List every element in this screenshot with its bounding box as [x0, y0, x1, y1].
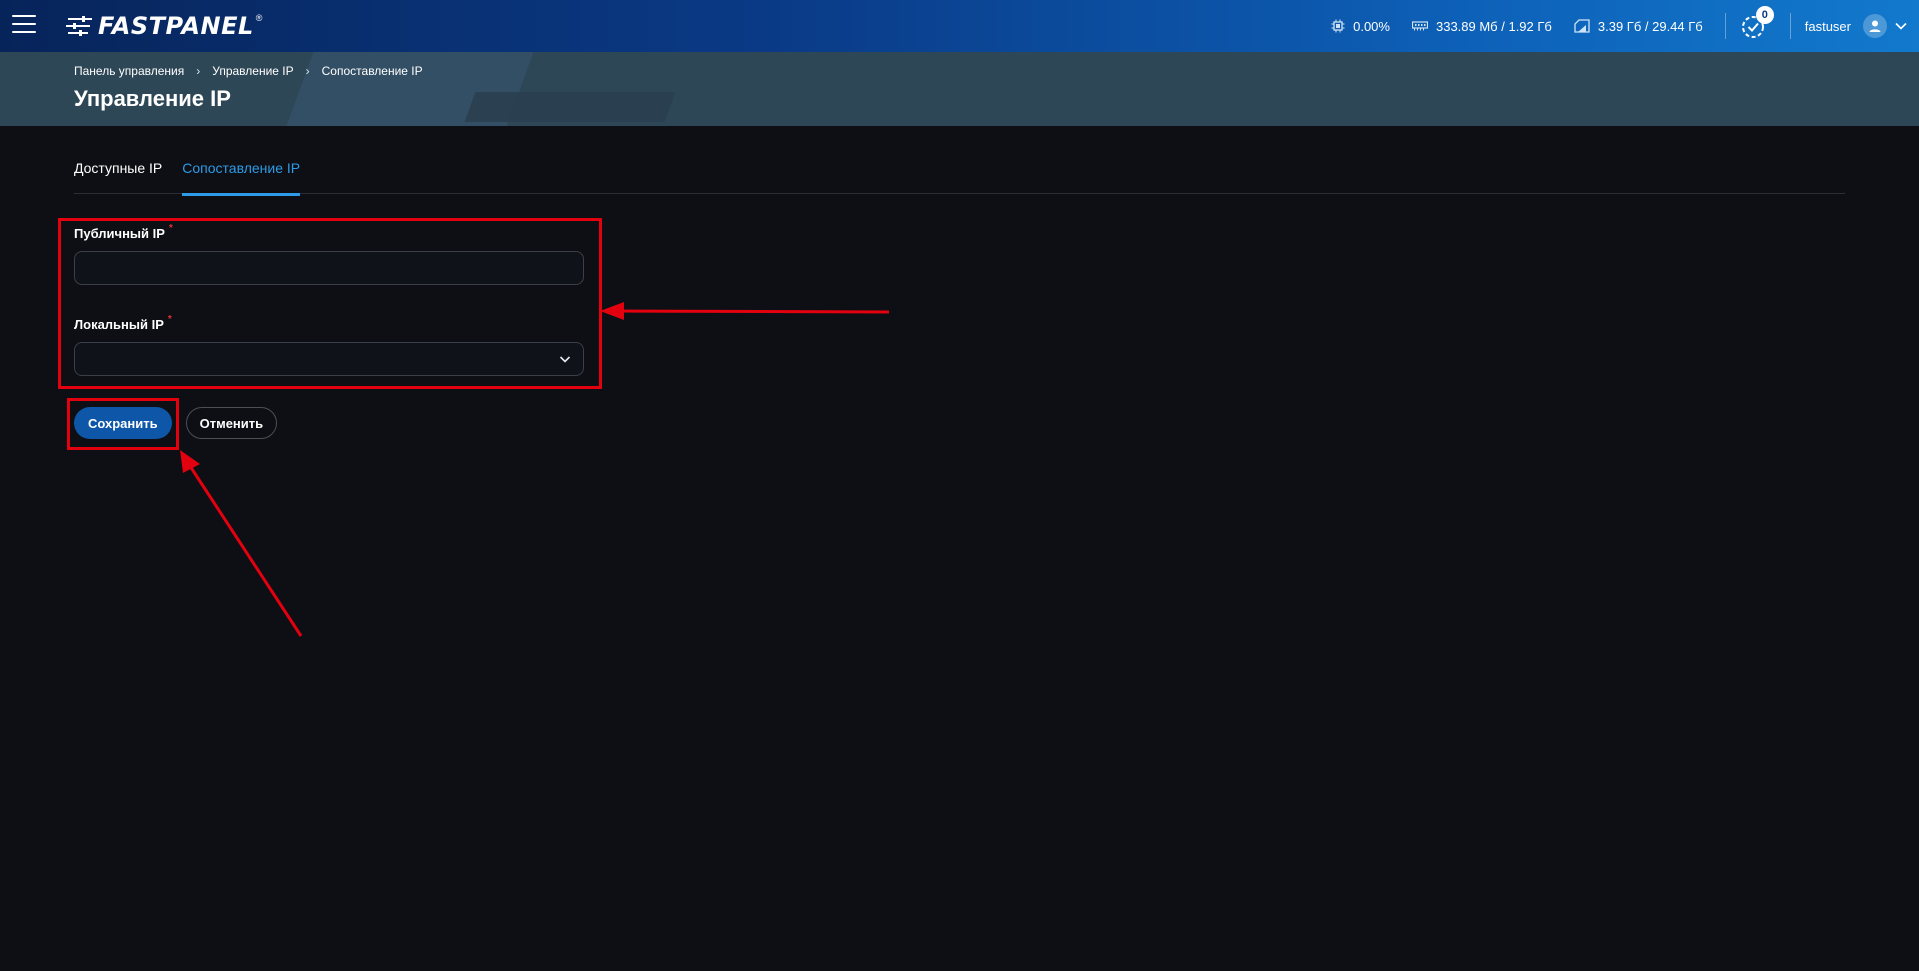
header-stats: 0.00% 333.89 Мб / 1.92 Гб 3.39 Гб / 29.4… [1331, 0, 1919, 52]
cpu-icon [1331, 19, 1345, 33]
chevron-down-icon [559, 356, 571, 363]
public-ip-field: Публичный IP * [74, 223, 584, 285]
required-mark: * [167, 314, 172, 325]
breadcrumb: Панель управления › Управление IP › Сопо… [74, 64, 423, 78]
logo[interactable]: FASTPANEL ® [66, 12, 262, 40]
logo-registered-mark: ® [255, 13, 263, 23]
tab-ip-mapping[interactable]: Сопоставление IP [182, 152, 300, 196]
banner-decoration [464, 92, 676, 122]
breadcrumb-chevron-icon: › [305, 64, 310, 78]
ip-mapping-form: Публичный IP * Локальный IP * [74, 223, 584, 376]
page-header: Панель управления › Управление IP › Сопо… [0, 52, 1919, 126]
local-ip-label-text: Локальный IP [74, 317, 164, 332]
public-ip-label-text: Публичный IP [74, 226, 165, 241]
breadcrumb-chevron-icon: › [196, 64, 201, 78]
public-ip-label: Публичный IP * [74, 223, 584, 241]
tab-available-ip[interactable]: Доступные IP [74, 152, 162, 194]
form-actions: Сохранить Отменить [74, 407, 278, 439]
logo-text: FASTPANEL [98, 12, 254, 40]
disk-icon [1574, 19, 1590, 33]
menu-icon[interactable] [12, 15, 36, 35]
breadcrumb-item-current: Сопоставление IP [321, 64, 423, 78]
local-ip-field: Локальный IP * [74, 314, 584, 376]
cpu-value: 0.00% [1353, 18, 1390, 34]
breadcrumb-item[interactable]: Панель управления [74, 64, 184, 78]
breadcrumb-item[interactable]: Управление IP [212, 64, 293, 78]
local-ip-label: Локальный IP * [74, 314, 584, 332]
required-mark: * [168, 223, 173, 234]
local-ip-select[interactable] [74, 342, 584, 376]
tasks-count-badge: 0 [1755, 6, 1774, 24]
user-icon [1863, 14, 1887, 38]
header-divider [1724, 13, 1726, 39]
chevron-down-icon [1895, 22, 1907, 30]
ram-stat[interactable]: 333.89 Мб / 1.92 Гб [1411, 18, 1552, 34]
disk-value: 3.39 Гб / 29.44 Гб [1597, 18, 1703, 34]
annotation-arrow-form [600, 302, 890, 320]
tab-bar: Доступные IP Сопоставление IP [74, 152, 1845, 196]
disk-stat[interactable]: 3.39 Гб / 29.44 Гб [1574, 19, 1703, 34]
save-button[interactable]: Сохранить [74, 407, 172, 439]
annotation-arrows [180, 302, 890, 637]
public-ip-input[interactable] [74, 251, 584, 285]
user-menu[interactable]: fastuser [1805, 14, 1907, 38]
cancel-button[interactable]: Отменить [185, 407, 278, 439]
header-divider [1789, 13, 1791, 39]
logo-mark-icon [66, 16, 92, 36]
annotation-arrow-save [180, 450, 303, 637]
username: fastuser [1804, 18, 1851, 34]
ram-value: 333.89 Мб / 1.92 Гб [1435, 18, 1552, 34]
page-title: Управление IP [74, 86, 231, 111]
cpu-stat[interactable]: 0.00% [1331, 19, 1390, 34]
top-header: FASTPANEL ® 0.00% 333.89 Мб / 1.92 Гб 3.… [0, 0, 1919, 52]
tasks-button[interactable]: 0 [1740, 6, 1774, 40]
ram-icon [1411, 21, 1428, 31]
